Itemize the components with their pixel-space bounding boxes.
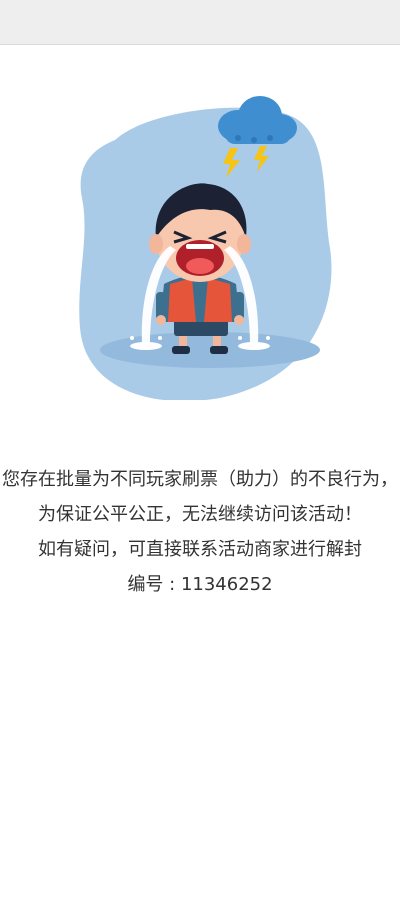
blocked-page: 您存在批量为不同玩家刷票（助力）的不良行为， 为保证公平公正，无法继续访问该活动… <box>0 0 400 900</box>
illustration <box>60 88 350 402</box>
block-message: 您存在批量为不同玩家刷票（助力）的不良行为， 为保证公平公正，无法继续访问该活动… <box>0 462 400 602</box>
top-bar <box>0 0 400 45</box>
message-line-3: 如有疑问，可直接联系活动商家进行解封 <box>38 539 362 560</box>
message-id: 编号 : 11346252 <box>127 574 273 595</box>
crying-boy-storm-cloud-icon <box>79 96 332 402</box>
message-line-1: 您存在批量为不同玩家刷票（助力）的不良行为， <box>2 469 398 490</box>
message-line-2: 为保证公平公正，无法继续访问该活动！ <box>38 504 362 525</box>
